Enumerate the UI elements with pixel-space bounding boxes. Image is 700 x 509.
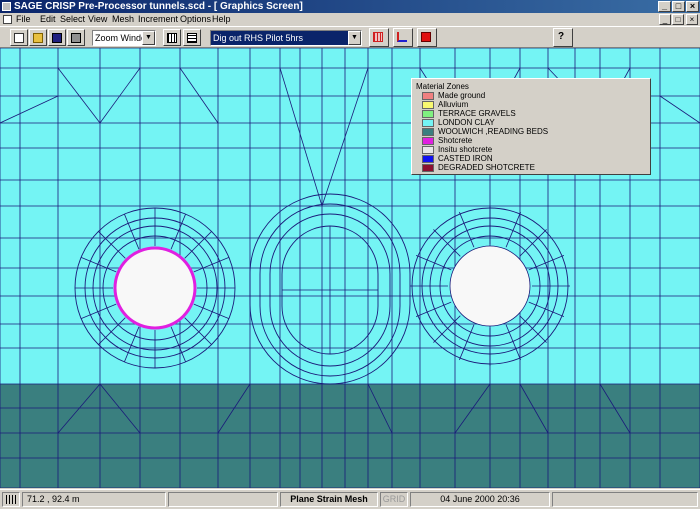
open-folder-icon — [33, 33, 43, 43]
save-icon — [52, 33, 62, 43]
legend-label: TERRACE GRAVELS — [438, 109, 516, 118]
new-file-icon — [14, 33, 24, 43]
menu-file[interactable]: File — [16, 13, 31, 26]
legend-item: Alluvium — [416, 100, 646, 109]
legend-swatch — [422, 155, 434, 163]
open-button[interactable] — [29, 29, 47, 46]
grid-view-icon — [167, 33, 177, 43]
menu-help[interactable]: Help — [212, 13, 231, 26]
legend-label: CASTED IRON — [438, 154, 493, 163]
tunnel-opening — [449, 245, 531, 327]
red-square-icon — [421, 32, 431, 42]
legend-title: Material Zones — [416, 82, 469, 91]
legend-label: Insitu shotcrete — [438, 145, 493, 154]
maximize-button[interactable]: □ — [672, 1, 685, 12]
legend-item: Made ground — [416, 91, 646, 100]
date-time: 04 June 2000 20:36 — [410, 492, 550, 507]
chevron-down-icon[interactable]: ▼ — [348, 31, 361, 45]
print-icon — [71, 33, 81, 43]
legend-item: LONDON CLAY — [416, 118, 646, 127]
increment-select-value: Dig out RHS Pilot 5hrs — [213, 33, 304, 43]
menu-options[interactable]: Options — [180, 13, 211, 26]
mdi-restore-button[interactable]: □ — [672, 14, 684, 25]
legend-label: WOOLWICH ,READING BEDS — [438, 127, 549, 136]
material-button[interactable] — [417, 28, 437, 47]
app-icon[interactable] — [2, 2, 11, 11]
menu-edit[interactable]: Edit — [40, 13, 56, 26]
minimize-button[interactable]: _ — [658, 1, 671, 12]
status-extra-pane — [552, 492, 698, 507]
legend-label: Shotcrete — [438, 136, 473, 145]
close-button[interactable]: × — [686, 1, 699, 12]
analysis-mode: Plane Strain Mesh — [280, 492, 378, 507]
status-bar: 71.2 , 92.4 m Plane Strain Mesh GRID 04 … — [0, 489, 700, 509]
legend-swatch — [422, 110, 434, 118]
menu-bar: File Edit Select View Mesh Increment Opt… — [0, 13, 700, 26]
legend-swatch — [422, 137, 434, 145]
legend-label: Alluvium — [438, 100, 469, 109]
legend-item: TERRACE GRAVELS — [416, 109, 646, 118]
menu-select[interactable]: Select — [60, 13, 85, 26]
increment-select[interactable]: Dig out RHS Pilot 5hrs ▼ — [210, 30, 362, 46]
chevron-down-icon[interactable]: ▼ — [142, 31, 155, 45]
woolwich-reading-beds-zone — [0, 384, 700, 488]
legend-swatch — [422, 128, 434, 136]
context-help-button[interactable]: ? — [553, 28, 573, 47]
axes-button[interactable] — [393, 28, 413, 47]
menu-increment[interactable]: Increment — [138, 13, 178, 26]
legend-item: DEGRADED SHOTCRETE — [416, 163, 646, 172]
mdi-close-button[interactable]: × — [686, 14, 698, 25]
legend-item: Shotcrete — [416, 136, 646, 145]
legend-label: Made ground — [438, 91, 486, 100]
grid-indicator: GRID — [380, 492, 408, 507]
grid-view-button[interactable] — [163, 29, 181, 46]
tunnel-opening — [113, 246, 197, 330]
grid-toggle-pane[interactable] — [2, 492, 20, 507]
mdi-minimize-button[interactable]: _ — [659, 14, 671, 25]
document-icon[interactable] — [3, 15, 12, 24]
legend-swatch — [422, 146, 434, 154]
list-view-button[interactable] — [183, 29, 201, 46]
material-zones-legend: Material Zones Made ground Alluvium TERR… — [411, 78, 651, 175]
title-bar: SAGE CRISP Pre-Processor tunnels.scd - [… — [0, 0, 700, 13]
legend-swatch — [422, 119, 434, 127]
new-file-button[interactable] — [10, 29, 28, 46]
legend-label: DEGRADED SHOTCRETE — [438, 163, 535, 172]
zoom-select[interactable]: Zoom Window ▼ — [92, 30, 156, 46]
save-button[interactable] — [48, 29, 66, 46]
print-button[interactable] — [67, 29, 85, 46]
legend-item: WOOLWICH ,READING BEDS — [416, 127, 646, 136]
mesh-red-button[interactable] — [369, 28, 389, 47]
legend-item: CASTED IRON — [416, 154, 646, 163]
legend-label: LONDON CLAY — [438, 118, 495, 127]
status-blank-pane — [168, 492, 278, 507]
legend-item: Insitu shotcrete — [416, 145, 646, 154]
legend-swatch — [422, 101, 434, 109]
menu-view[interactable]: View — [88, 13, 107, 26]
menu-mesh[interactable]: Mesh — [112, 13, 134, 26]
legend-swatch — [422, 164, 434, 172]
cursor-coordinates: 71.2 , 92.4 m — [22, 492, 166, 507]
list-view-icon — [187, 33, 197, 43]
axes-icon — [397, 32, 407, 42]
grid-toggle-icon — [6, 495, 16, 504]
legend-swatch — [422, 92, 434, 100]
mesh-red-icon — [373, 32, 383, 42]
graphics-canvas[interactable]: Material Zones Made ground Alluvium TERR… — [0, 48, 700, 488]
toolbar: Zoom Window ▼ Dig out RHS Pilot 5hrs ▼ ? — [0, 26, 700, 48]
help-pointer-icon: ? — [558, 31, 565, 42]
window-title: SAGE CRISP Pre-Processor tunnels.scd - [… — [14, 1, 303, 12]
